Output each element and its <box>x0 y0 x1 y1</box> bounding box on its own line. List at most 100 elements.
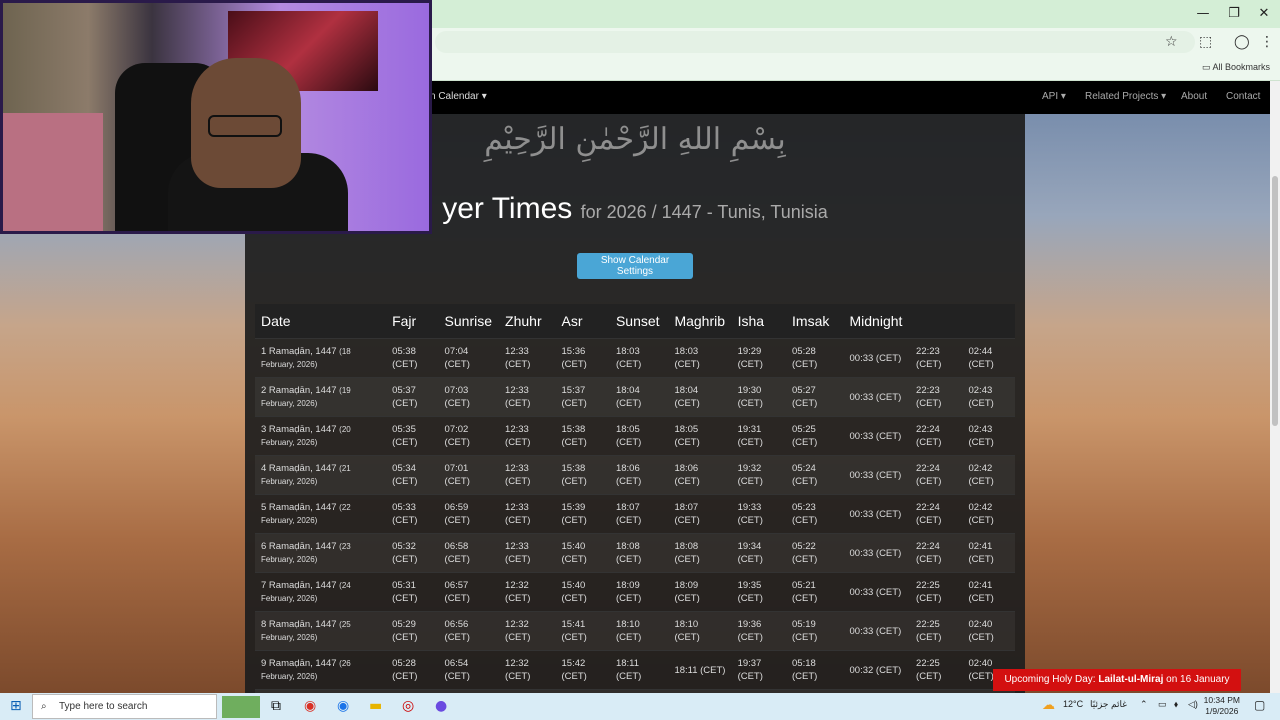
maghrib-cell: 18:04 (CET) <box>668 377 732 417</box>
midnight-cell: 00:33 (CET) <box>843 338 911 378</box>
page-scrollbar[interactable] <box>1270 81 1280 693</box>
sunrise-cell: 06:54 (CET) <box>438 650 500 690</box>
extensions-icon[interactable]: ⬚ <box>1199 34 1212 50</box>
page-subtitle: for 2026 / 1447 - Tunis, Tunisia <box>580 202 828 222</box>
date-cell: 9 Ramaḍān, 1447 (26 February, 2026) <box>255 650 387 690</box>
c12-cell: 02:42 (CET) <box>962 455 1015 495</box>
bookmark-star-icon[interactable]: ☆ <box>1165 34 1178 50</box>
imsak-cell: 05:25 (CET) <box>786 416 844 456</box>
close-button[interactable]: ✕ <box>1249 4 1279 24</box>
zhuhr-cell: 12:33 (CET) <box>499 416 556 456</box>
chrome-icon[interactable]: ◉ <box>304 698 316 714</box>
table-row: 7 Ramaḍān, 1447 (24 February, 2026) 05:31… <box>255 572 1015 612</box>
sunrise-cell: 07:01 (CET) <box>438 455 500 495</box>
date-cell: 4 Ramaḍān, 1447 (21 February, 2026) <box>255 455 387 495</box>
c11-cell: 22:24 (CET) <box>910 416 963 456</box>
microphone-icon[interactable]: ⬧ <box>1174 699 1178 710</box>
maghrib-cell: 18:08 (CET) <box>668 533 732 573</box>
date-cell: 3 Ramaḍān, 1447 (20 February, 2026) <box>255 416 387 456</box>
maghrib-cell: 18:07 (CET) <box>668 494 732 534</box>
sunrise-cell: 07:04 (CET) <box>438 338 500 378</box>
windows-start-icon[interactable]: ⊞ <box>10 698 22 714</box>
minimize-button[interactable]: — <box>1188 4 1218 24</box>
date-cell: 5 Ramaḍān, 1447 (22 February, 2026) <box>255 494 387 534</box>
clock-time: 10:34 PM <box>1203 695 1240 705</box>
sunset-cell: 18:05 (CET) <box>609 416 669 456</box>
c12-cell: 02:43 (CET) <box>962 377 1015 417</box>
zhuhr-cell: 12:33 (CET) <box>499 377 556 417</box>
asr-cell: 15:42 (CET) <box>555 650 610 690</box>
taskbar-search[interactable]: ⌕ Type here to search <box>32 694 217 719</box>
volume-icon[interactable]: ◁) <box>1188 699 1198 710</box>
chrome-active-icon[interactable]: ◉ <box>337 698 349 714</box>
nav-contact[interactable]: Contact <box>1226 91 1260 102</box>
menu-icon[interactable]: ⋮ <box>1260 34 1274 50</box>
file-explorer-icon[interactable]: ▬ <box>369 698 382 714</box>
network-icon[interactable]: ▭ <box>1158 699 1167 710</box>
c12-cell: 02:43 (CET) <box>962 416 1015 456</box>
imsak-cell: 05:18 (CET) <box>786 650 844 690</box>
scrollbar-thumb[interactable] <box>1272 176 1278 426</box>
date-cell: 2 Ramaḍān, 1447 (19 February, 2026) <box>255 377 387 417</box>
asr-cell: 15:40 (CET) <box>555 572 610 612</box>
asr-cell: 15:37 (CET) <box>555 377 610 417</box>
weather-desc[interactable]: غائم جزئيًا <box>1090 699 1127 710</box>
asr-cell: 15:38 (CET) <box>555 455 610 495</box>
restore-button[interactable]: ❐ <box>1219 4 1249 24</box>
page-title-text: yer Times <box>442 192 573 225</box>
fajr-cell: 05:32 (CET) <box>386 533 439 573</box>
sunrise-cell: 06:59 (CET) <box>438 494 500 534</box>
zhuhr-cell: 12:32 (CET) <box>499 650 556 690</box>
nav-about[interactable]: About <box>1181 91 1207 102</box>
sunrise-cell: 07:03 (CET) <box>438 377 500 417</box>
app-icon[interactable]: ● <box>435 698 447 714</box>
recorder-icon[interactable]: ◎ <box>402 698 414 714</box>
col-header <box>962 304 1015 339</box>
taskbar-clock[interactable]: 10:34 PM 1/9/2026 <box>1204 695 1240 717</box>
table-row: 9 Ramaḍān, 1447 (26 February, 2026) 05:28… <box>255 650 1015 690</box>
sunset-cell: 18:10 (CET) <box>609 611 669 651</box>
address-bar[interactable] <box>435 31 1195 53</box>
nav-related-projects[interactable]: Related Projects ▾ <box>1085 91 1166 102</box>
date-cell: 6 Ramaḍān, 1447 (23 February, 2026) <box>255 533 387 573</box>
nav-calendar-menu[interactable]: n Calendar ▾ <box>430 91 487 102</box>
zhuhr-cell: 12:32 (CET) <box>499 572 556 612</box>
maghrib-cell: 18:05 (CET) <box>668 416 732 456</box>
upcoming-holy-day-banner[interactable]: Upcoming Holy Day: Lailat-ul-Miraj on 16… <box>993 669 1241 707</box>
col-header <box>910 304 963 339</box>
nav-api[interactable]: API ▾ <box>1042 91 1066 102</box>
task-view-icon[interactable]: ⧉ <box>271 698 281 714</box>
table-row: 2 Ramaḍān, 1447 (19 February, 2026) 05:37… <box>255 377 1015 417</box>
isha-cell: 19:32 (CET) <box>731 455 787 495</box>
c11-cell: 22:23 (CET) <box>910 377 963 417</box>
notifications-icon[interactable]: ▢ <box>1254 698 1265 712</box>
c11-cell: 22:24 (CET) <box>910 455 963 495</box>
table-header-row: Date Fajr Sunrise Zhuhr Asr Sunset Maghr… <box>255 304 1015 339</box>
hijri-date: 1 Ramaḍān, 1447 <box>261 346 337 357</box>
midnight-cell: 00:33 (CET) <box>843 455 911 495</box>
imsak-cell: 05:28 (CET) <box>786 338 844 378</box>
hijri-date: 8 Ramaḍān, 1447 <box>261 619 337 630</box>
profile-icon[interactable]: ◯ <box>1234 34 1250 50</box>
show-calendar-settings-button[interactable]: Show Calendar Settings <box>577 253 693 279</box>
hijri-date: 9 Ramaḍān, 1447 <box>261 658 337 669</box>
asr-cell: 15:40 (CET) <box>555 533 610 573</box>
isha-cell: 19:37 (CET) <box>731 650 787 690</box>
sunset-cell: 18:09 (CET) <box>609 572 669 612</box>
all-bookmarks-label: All Bookmarks <box>1212 62 1270 72</box>
search-placeholder: Type here to search <box>59 701 148 712</box>
imsak-cell: 05:27 (CET) <box>786 377 844 417</box>
sunset-cell: 18:11 (CET) <box>609 650 669 690</box>
taskbar-widget-image[interactable] <box>222 696 260 718</box>
imsak-cell: 05:24 (CET) <box>786 455 844 495</box>
sunrise-cell: 07:02 (CET) <box>438 416 500 456</box>
tray-chevron-icon[interactable]: ⌃ <box>1140 699 1148 710</box>
isha-cell: 19:30 (CET) <box>731 377 787 417</box>
c12-cell: 02:42 (CET) <box>962 494 1015 534</box>
weather-temp[interactable]: 12°C <box>1063 699 1083 709</box>
isha-cell: 19:36 (CET) <box>731 611 787 651</box>
all-bookmarks[interactable]: ▭ All Bookmarks <box>1202 62 1270 73</box>
fajr-cell: 05:34 (CET) <box>386 455 439 495</box>
isha-cell: 19:31 (CET) <box>731 416 787 456</box>
prayer-times-table: Date Fajr Sunrise Zhuhr Asr Sunset Maghr… <box>255 304 1015 693</box>
